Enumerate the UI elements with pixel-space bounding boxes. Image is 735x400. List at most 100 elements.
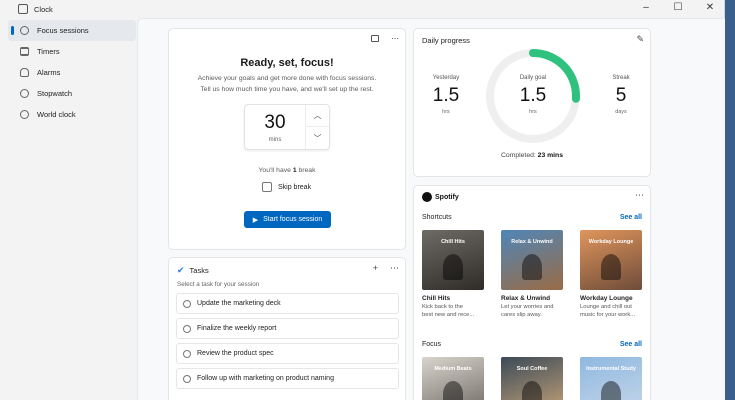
close-icon[interactable]: ✕ bbox=[703, 2, 717, 13]
focus-icon bbox=[20, 26, 29, 35]
playlist-desc-line: best new and rece... bbox=[422, 312, 475, 318]
task-item[interactable]: Update the marketing deck bbox=[176, 293, 399, 314]
todo-check-icon: ✔ bbox=[177, 265, 185, 275]
task-label: Review the product spec bbox=[197, 350, 274, 357]
daily-progress-card: Daily progress ✎ Yesterday 1.5 hrs Daily… bbox=[413, 28, 651, 177]
more-options-icon[interactable]: ⋯ bbox=[391, 34, 399, 43]
radio-icon[interactable] bbox=[183, 324, 191, 333]
window-title: Clock bbox=[34, 4, 53, 14]
task-item[interactable]: Review the product spec bbox=[176, 343, 399, 364]
sidebar-item-timers[interactable]: Timers bbox=[8, 41, 136, 62]
tasks-title: Tasks bbox=[189, 266, 209, 275]
art-text: Relax & Unwind bbox=[511, 239, 553, 245]
break-note-prefix: You'll have bbox=[258, 167, 293, 174]
more-options-icon[interactable]: ⋯ bbox=[635, 190, 644, 201]
art-figure bbox=[522, 254, 542, 280]
play-icon: ▶ bbox=[252, 216, 259, 224]
checkbox-box[interactable] bbox=[262, 182, 272, 192]
chevron-up-icon[interactable]: ︿ bbox=[306, 105, 329, 127]
focus-playlists-title: Focus bbox=[422, 341, 442, 348]
add-icon[interactable]: + bbox=[373, 263, 378, 274]
playlist-tile[interactable]: Relax & Unwind Relax & Unwind Let your w… bbox=[501, 230, 565, 319]
task-item[interactable]: Finalize the weekly report bbox=[176, 318, 399, 339]
minutes-value[interactable]: 30 bbox=[245, 112, 305, 134]
task-list: Update the marketing deck Finalize the w… bbox=[176, 293, 399, 393]
playlist-tile[interactable]: Medium Beats bbox=[422, 357, 486, 400]
playlist-desc: Lounge and chill out music for your work.… bbox=[580, 303, 644, 319]
start-focus-session-button[interactable]: ▶ Start focus session bbox=[244, 211, 331, 228]
focus-see-all-link[interactable]: See all bbox=[620, 341, 642, 348]
yesterday-label: Yesterday bbox=[432, 75, 460, 81]
daily-goal-unit: hrs bbox=[529, 109, 537, 115]
compact-mode-icon[interactable] bbox=[371, 35, 379, 42]
art-text: Medium Beats bbox=[434, 366, 472, 372]
streak-value: 5 bbox=[615, 85, 627, 106]
focus-description-line: Achieve your goals and get more done wit… bbox=[197, 75, 377, 82]
maximize-icon[interactable]: ☐ bbox=[671, 2, 685, 13]
playlist-art: Workday Lounge bbox=[580, 230, 642, 290]
daily-goal-stat: Daily goal 1.5 hrs bbox=[509, 75, 557, 115]
daily-goal-value: 1.5 bbox=[519, 85, 547, 106]
sidebar-item-label: World clock bbox=[37, 110, 76, 119]
streak-label: Streak bbox=[612, 75, 630, 81]
sidebar-item-stopwatch[interactable]: Stopwatch bbox=[8, 83, 136, 104]
focus-tiles: Medium Beats Soul Coffee Instrumental St… bbox=[422, 357, 644, 400]
break-note: You'll have 1 break bbox=[169, 167, 405, 174]
playlist-name: Chill Hits bbox=[422, 295, 451, 302]
hourglass-icon bbox=[20, 47, 29, 56]
sidebar-item-world-clock[interactable]: World clock bbox=[8, 104, 136, 125]
yesterday-value: 1.5 bbox=[432, 85, 460, 106]
sidebar-item-label: Timers bbox=[37, 47, 60, 56]
playlist-art: Medium Beats bbox=[422, 357, 484, 400]
playlist-desc-line: music for your work... bbox=[580, 312, 636, 318]
clock-window: Clock – ☐ ✕ Focus sessions Timers Alarms… bbox=[0, 0, 725, 400]
playlist-art: Chill Hits bbox=[422, 230, 484, 290]
stopwatch-icon bbox=[20, 89, 29, 98]
playlist-tile[interactable]: Workday Lounge Workday Lounge Lounge and… bbox=[580, 230, 644, 319]
playlist-tile[interactable]: Chill Hits Chill Hits Kick back to the be… bbox=[422, 230, 486, 319]
spotify-brand: Spotify bbox=[435, 193, 459, 201]
spotify-icon bbox=[422, 192, 432, 202]
completed-prefix: Completed: bbox=[501, 152, 538, 159]
art-text: Chill Hits bbox=[441, 239, 465, 245]
tasks-subtitle: Select a task for your session bbox=[177, 281, 260, 288]
chevron-down-icon[interactable]: ﹀ bbox=[306, 127, 329, 149]
edit-pencil-icon[interactable]: ✎ bbox=[636, 34, 644, 45]
radio-icon[interactable] bbox=[183, 349, 191, 358]
streak-stat: Streak 5 days bbox=[601, 75, 641, 115]
streak-unit: days bbox=[615, 109, 627, 115]
radio-icon[interactable] bbox=[183, 299, 191, 308]
shortcuts-see-all-link[interactable]: See all bbox=[620, 214, 642, 221]
playlist-desc: Let your worries and cares slip away. bbox=[501, 303, 565, 319]
sidebar-item-label: Alarms bbox=[37, 68, 61, 77]
radio-icon[interactable] bbox=[183, 374, 191, 383]
sidebar-item-alarms[interactable]: Alarms bbox=[8, 62, 136, 83]
playlist-tile[interactable]: Soul Coffee bbox=[501, 357, 565, 400]
sidebar-item-focus-sessions[interactable]: Focus sessions bbox=[8, 20, 136, 41]
playlist-desc-line: Kick back to the bbox=[422, 304, 463, 310]
window-controls: – ☐ ✕ bbox=[639, 2, 717, 13]
art-figure bbox=[522, 381, 542, 400]
skip-break-checkbox[interactable]: Skip break bbox=[262, 182, 311, 192]
task-item[interactable]: Follow up with marketing on product nami… bbox=[176, 368, 399, 389]
minutes-stepper[interactable]: 30 mins ︿ ﹀ bbox=[244, 104, 330, 150]
art-figure bbox=[443, 381, 463, 400]
completed-value: 23 mins bbox=[537, 152, 563, 159]
sidebar-item-label: Stopwatch bbox=[37, 89, 73, 98]
completed-summary: Completed: 23 mins bbox=[414, 152, 650, 159]
task-label: Finalize the weekly report bbox=[197, 325, 277, 332]
spotify-card: Spotify ⋯ Shortcuts See all Chill Hits C… bbox=[413, 185, 651, 400]
playlist-tile[interactable]: Instrumental Study bbox=[580, 357, 644, 400]
sidebar: Focus sessions Timers Alarms Stopwatch W… bbox=[8, 20, 136, 125]
art-text: Workday Lounge bbox=[588, 239, 634, 245]
playlist-desc-line: cares slip away. bbox=[501, 312, 542, 318]
minimize-icon[interactable]: – bbox=[639, 2, 653, 13]
tasks-card: ✔ Tasks + ⋯ Select a task for your sessi… bbox=[168, 257, 406, 400]
globe-icon bbox=[20, 110, 29, 119]
spotify-logo: Spotify bbox=[422, 192, 459, 202]
daily-progress-title: Daily progress bbox=[422, 36, 470, 45]
art-figure bbox=[601, 254, 621, 280]
more-options-icon[interactable]: ⋯ bbox=[390, 263, 399, 274]
playlist-art: Instrumental Study bbox=[580, 357, 642, 400]
focus-title: Ready, set, focus! bbox=[240, 57, 334, 69]
